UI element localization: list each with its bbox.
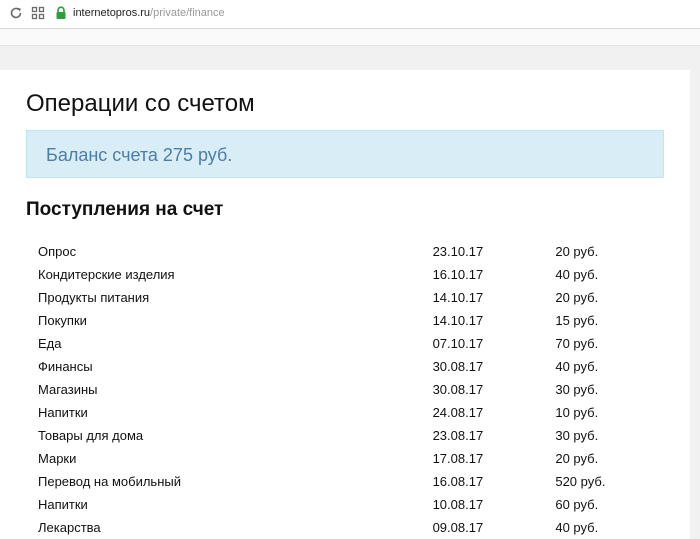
transaction-amount: 20 руб.	[555, 451, 599, 466]
transaction-name: Напитки	[38, 497, 88, 512]
transaction-date: 23.08.17	[432, 428, 484, 443]
section-title: Поступления на счет	[26, 199, 224, 220]
transaction-amount: 20 руб.	[555, 290, 599, 305]
reload-icon[interactable]	[9, 6, 23, 20]
transaction-date: 14.10.17	[432, 313, 484, 328]
address-bar[interactable]: internetopros.ru/private/finance	[73, 6, 225, 20]
transaction-amount: 60 руб.	[555, 497, 599, 512]
transaction-name: Опрос	[38, 244, 77, 259]
table-row: Перевод на мобильный 16.08.17 520 руб.	[26, 470, 656, 493]
transaction-name: Напитки	[38, 405, 88, 420]
transaction-amount: 20 руб.	[555, 244, 599, 259]
transaction-amount: 15 руб.	[555, 313, 599, 328]
transaction-amount: 40 руб.	[555, 359, 599, 374]
transaction-amount: 10 руб.	[555, 405, 599, 420]
apps-icon[interactable]	[31, 6, 45, 20]
transaction-name: Финансы	[38, 359, 93, 374]
transaction-date: 09.08.17	[432, 520, 484, 535]
transaction-date: 16.08.17	[432, 474, 484, 489]
table-row: Кондитерские изделия 16.10.17 40 руб.	[26, 263, 656, 286]
table-row: Марки 17.08.17 20 руб.	[26, 447, 656, 470]
transaction-date: 23.10.17	[432, 244, 484, 259]
transaction-name: Товары для дома	[38, 428, 144, 443]
transaction-date: 14.10.17	[432, 290, 484, 305]
transaction-amount: 30 руб.	[555, 382, 599, 397]
transaction-amount: 40 руб.	[555, 520, 599, 535]
transaction-date: 17.08.17	[432, 451, 484, 466]
transaction-name: Покупки	[38, 313, 87, 328]
transaction-name: Марки	[38, 451, 77, 466]
table-row: Магазины 30.08.17 30 руб.	[26, 378, 656, 401]
transaction-date: 10.08.17	[432, 497, 484, 512]
table-row: Продукты питания 14.10.17 20 руб.	[26, 286, 656, 309]
transaction-amount: 70 руб.	[555, 336, 599, 351]
transaction-name: Кондитерские изделия	[38, 267, 175, 282]
table-row: Еда 07.10.17 70 руб.	[26, 332, 656, 355]
table-row: Финансы 30.08.17 40 руб.	[26, 355, 656, 378]
url-domain: internetopros.ru	[73, 7, 151, 19]
transaction-date: 24.08.17	[432, 405, 484, 420]
lock-icon	[55, 6, 67, 20]
table-row: Покупки 14.10.17 15 руб.	[26, 309, 656, 332]
transaction-date: 30.08.17	[432, 359, 484, 374]
browser-toolbar: internetopros.ru/private/finance	[0, 0, 700, 29]
transaction-amount: 30 руб.	[555, 428, 599, 443]
transactions-table: Опрос 23.10.17 20 руб. Кондитерские изде…	[26, 240, 656, 539]
transaction-amount: 40 руб.	[555, 267, 599, 282]
transaction-name: Магазины	[38, 382, 98, 397]
table-row: Напитки 24.08.17 10 руб.	[26, 401, 656, 424]
transaction-date: 16.10.17	[432, 267, 484, 282]
table-row: Опрос 23.10.17 20 руб.	[26, 240, 656, 263]
transaction-name: Перевод на мобильный	[38, 474, 181, 489]
balance-text: Баланс счета 275 руб.	[46, 145, 233, 165]
table-row: Лекарства 09.08.17 40 руб.	[26, 516, 656, 539]
transaction-name: Продукты питания	[38, 290, 150, 305]
table-row: Товары для дома 23.08.17 30 руб.	[26, 424, 656, 447]
table-row: Напитки 10.08.17 60 руб.	[26, 493, 656, 516]
transaction-date: 30.08.17	[432, 382, 484, 397]
transaction-name: Еда	[38, 336, 62, 351]
transaction-date: 07.10.17	[432, 336, 484, 351]
url-path: /private/finance	[150, 7, 225, 19]
transaction-name: Лекарства	[38, 520, 101, 535]
page-content: Операции со счетом Баланс счета 275 руб.…	[0, 70, 690, 539]
page-title: Операции со счетом	[26, 90, 255, 117]
balance-alert: Баланс счета 275 руб.	[26, 130, 664, 178]
bookmarks-strip	[0, 29, 700, 46]
transaction-amount: 520 руб.	[555, 474, 606, 489]
